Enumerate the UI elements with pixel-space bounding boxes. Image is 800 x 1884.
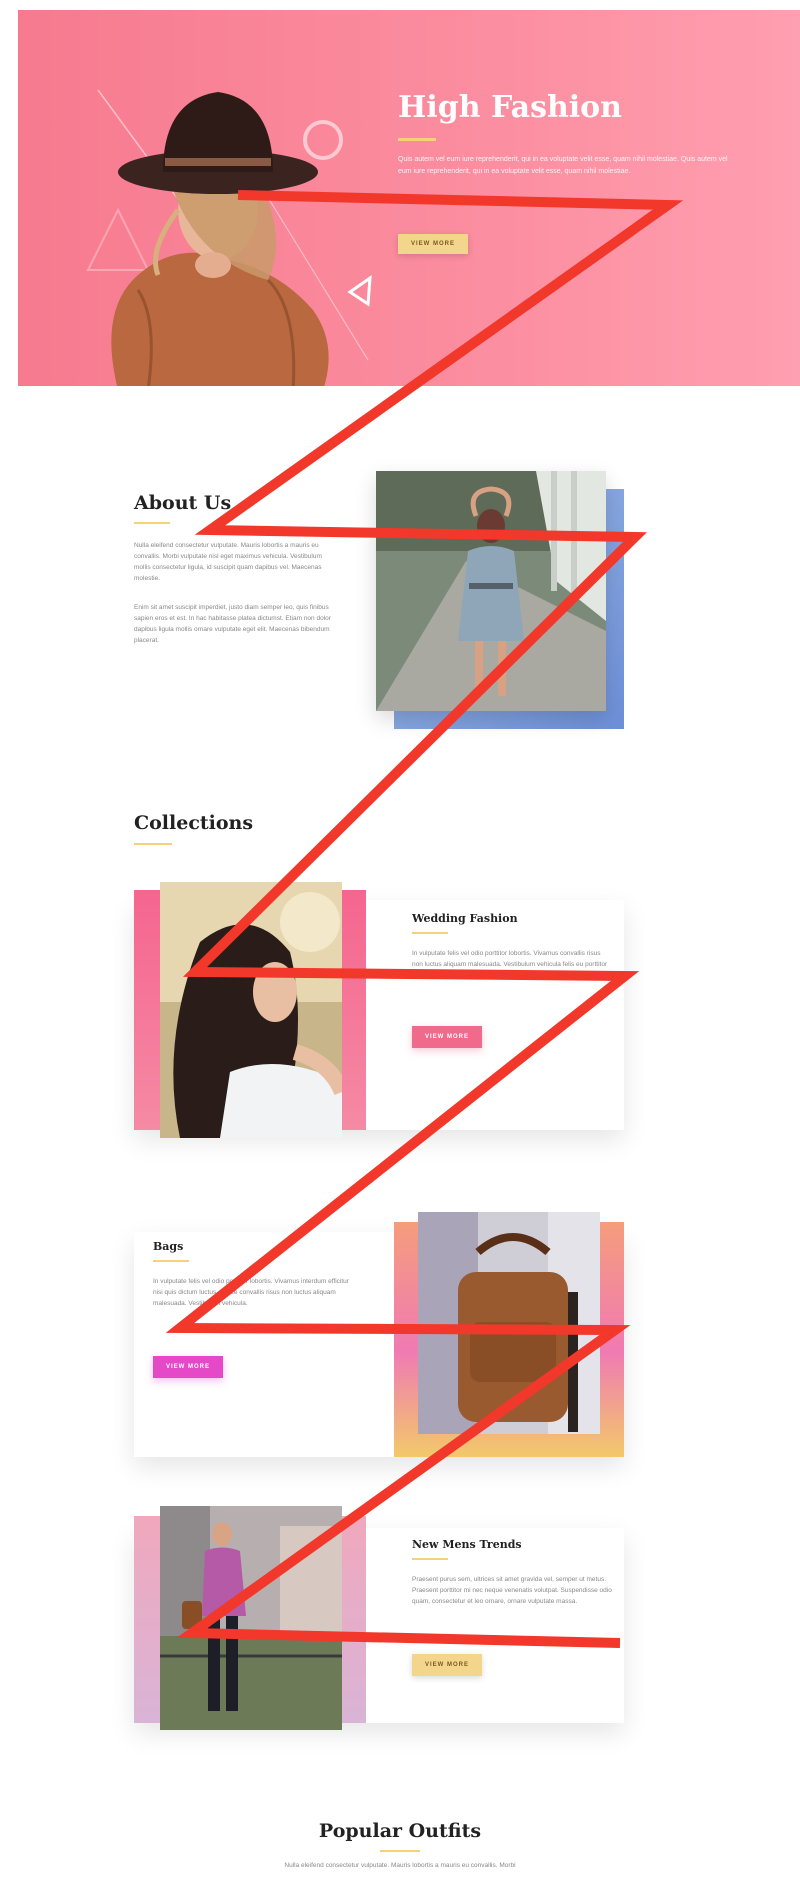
about-paragraph-2: Enim sit amet suscipit imperdiet, justo … <box>134 604 331 644</box>
wedding-title: Wedding Fashion <box>412 912 518 925</box>
mens-title: New Mens Trends <box>412 1538 522 1551</box>
hero-model-illustration <box>86 89 372 386</box>
hero-title: High Fashion <box>398 90 622 125</box>
hero-banner: High Fashion Quis autem vel eum iure rep… <box>18 10 800 386</box>
bags-photo <box>418 1212 600 1434</box>
about-photo <box>376 471 606 711</box>
mens-description: Praesent purus sem, ultrices sit amet gr… <box>412 1576 612 1605</box>
mens-photo <box>160 1506 342 1730</box>
bags-title-underline <box>153 1260 189 1262</box>
about-title: About Us <box>134 492 232 514</box>
popular-title-underline <box>380 1850 420 1852</box>
wedding-description: In vulputate felis vel odio porttitor lo… <box>412 950 608 979</box>
wedding-title-underline <box>412 932 448 934</box>
popular-description: Nulla eleifend consectetur vulputate. Ma… <box>284 1862 516 1869</box>
mens-title-underline <box>412 1558 448 1560</box>
hero-title-underline <box>398 138 436 141</box>
hero-view-more-button[interactable]: VIEW MORE <box>398 234 468 254</box>
collections-title: Collections <box>134 812 254 834</box>
hero-description: Quis autem vel eum iure reprehenderit, q… <box>398 156 728 175</box>
bags-description: In vulputate felis vel odio porttitor lo… <box>153 1278 349 1307</box>
about-paragraph-1: Nulla eleifend consectetur vulputate. Ma… <box>134 542 322 582</box>
about-title-underline <box>134 522 170 524</box>
mens-view-more-button[interactable]: VIEW MORE <box>412 1654 482 1676</box>
collections-title-underline <box>134 843 172 845</box>
wedding-photo <box>160 882 342 1138</box>
bags-title: Bags <box>153 1240 184 1253</box>
popular-title: Popular Outfits <box>318 1820 482 1842</box>
bags-view-more-button[interactable]: VIEW MORE <box>153 1356 223 1378</box>
wedding-view-more-button[interactable]: VIEW MORE <box>412 1026 482 1048</box>
